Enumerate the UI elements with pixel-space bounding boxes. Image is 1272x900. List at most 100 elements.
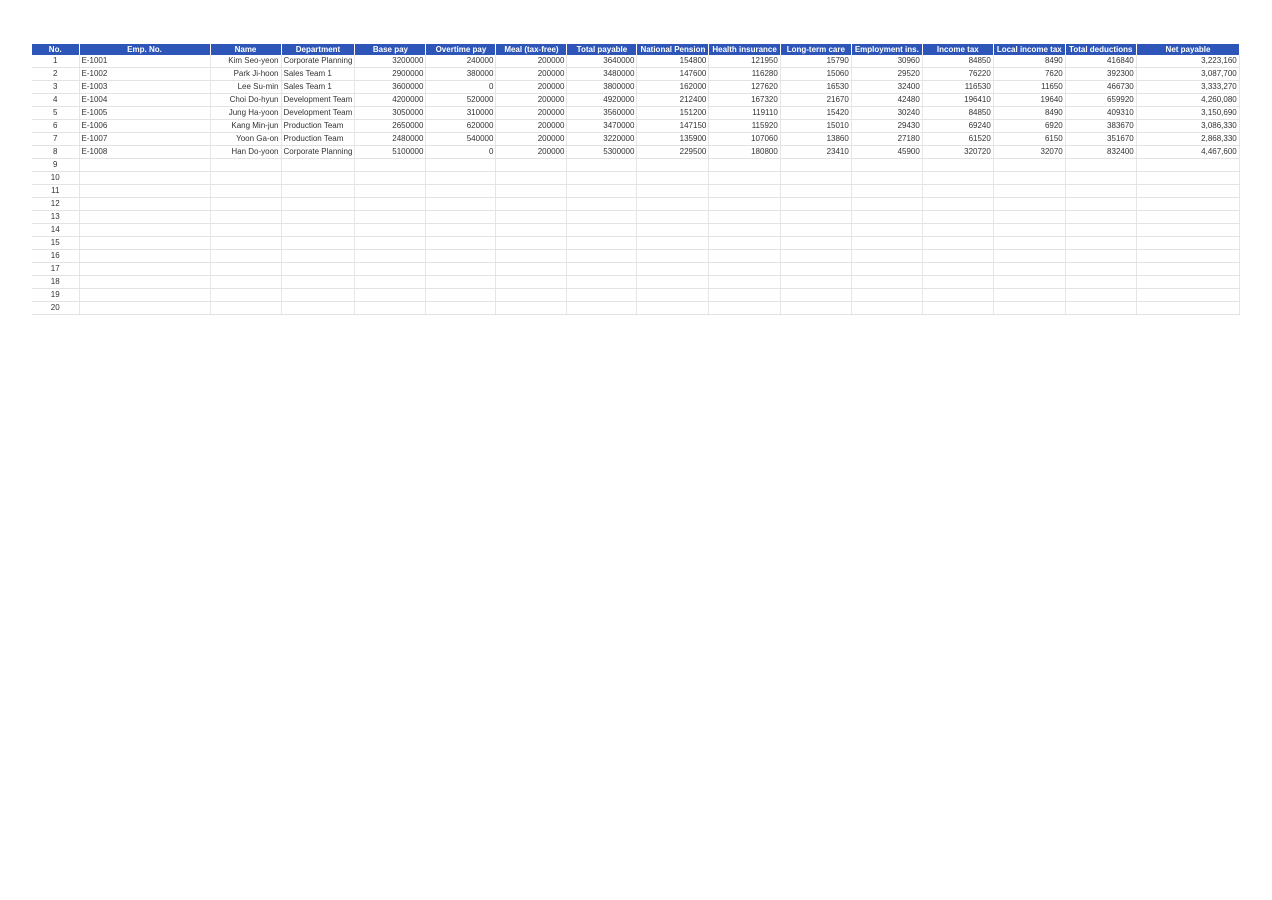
cell-ltc[interactable]	[780, 171, 852, 185]
cell-name[interactable]: Park Ji-hoon	[210, 67, 282, 81]
cell-ot[interactable]	[425, 249, 497, 263]
cell-ot[interactable]: 310000	[425, 106, 497, 120]
column-header-pension[interactable]: National Pension	[636, 44, 710, 55]
cell-ltax[interactable]	[993, 210, 1066, 224]
cell-itax[interactable]	[922, 171, 994, 185]
cell-ltax[interactable]	[993, 158, 1066, 172]
cell-meal[interactable]: 200000	[495, 55, 568, 68]
cell-ltax[interactable]: 19640	[993, 93, 1066, 107]
cell-base[interactable]	[354, 301, 427, 315]
cell-deduct[interactable]	[1065, 301, 1137, 315]
cell-dept[interactable]: Corporate Planning	[281, 55, 356, 68]
cell-net[interactable]	[1136, 171, 1240, 185]
cell-net[interactable]: 3,150,690	[1136, 106, 1240, 120]
cell-ltc[interactable]	[780, 197, 852, 211]
cell-deduct[interactable]	[1065, 249, 1137, 263]
cell-emp_ins[interactable]: 29430	[851, 119, 923, 133]
cell-itax[interactable]	[922, 184, 994, 198]
cell-base[interactable]: 2480000	[354, 132, 427, 146]
cell-itax[interactable]: 320720	[922, 145, 994, 159]
cell-ltax[interactable]: 7620	[993, 67, 1066, 81]
cell-pension[interactable]	[636, 275, 710, 289]
cell-dept[interactable]	[281, 197, 356, 211]
cell-health[interactable]: 121950	[708, 55, 781, 68]
cell-meal[interactable]: 200000	[495, 106, 568, 120]
cell-health[interactable]: 119110	[708, 106, 781, 120]
cell-meal[interactable]	[495, 249, 568, 263]
cell-dept[interactable]: Production Team	[281, 132, 356, 146]
cell-ot[interactable]	[425, 236, 497, 250]
cell-pension[interactable]: 147600	[636, 67, 710, 81]
cell-deduct[interactable]: 392300	[1065, 67, 1137, 81]
cell-name[interactable]	[210, 288, 282, 302]
cell-itax[interactable]	[922, 197, 994, 211]
cell-ot[interactable]: 0	[425, 145, 497, 159]
cell-base[interactable]	[354, 210, 427, 224]
cell-base[interactable]: 3200000	[354, 55, 427, 68]
cell-total[interactable]	[566, 236, 638, 250]
cell-deduct[interactable]	[1065, 236, 1137, 250]
cell-ltax[interactable]	[993, 262, 1066, 276]
column-header-meal[interactable]: Meal (tax-free)	[495, 44, 568, 55]
cell-itax[interactable]: 69240	[922, 119, 994, 133]
cell-dept[interactable]	[281, 223, 356, 237]
cell-total[interactable]	[566, 249, 638, 263]
cell-net[interactable]	[1136, 275, 1240, 289]
cell-ltc[interactable]: 15420	[780, 106, 852, 120]
cell-deduct[interactable]: 409310	[1065, 106, 1137, 120]
cell-total[interactable]: 3220000	[566, 132, 638, 146]
cell-ot[interactable]	[425, 223, 497, 237]
cell-ltax[interactable]: 8490	[993, 106, 1066, 120]
cell-health[interactable]	[708, 301, 781, 315]
cell-itax[interactable]	[922, 249, 994, 263]
cell-dept[interactable]	[281, 288, 356, 302]
cell-emp_ins[interactable]: 42480	[851, 93, 923, 107]
column-header-name[interactable]: Name	[210, 44, 282, 55]
cell-pension[interactable]: 151200	[636, 106, 710, 120]
cell-ot[interactable]	[425, 210, 497, 224]
cell-meal[interactable]	[495, 275, 568, 289]
cell-pension[interactable]	[636, 210, 710, 224]
cell-pension[interactable]	[636, 184, 710, 198]
cell-emp_ins[interactable]: 30240	[851, 106, 923, 120]
cell-no[interactable]: 1	[32, 55, 80, 68]
cell-emp_ins[interactable]	[851, 184, 923, 198]
cell-deduct[interactable]: 383670	[1065, 119, 1137, 133]
cell-itax[interactable]: 84850	[922, 106, 994, 120]
cell-emp[interactable]	[79, 301, 211, 315]
cell-emp[interactable]	[79, 210, 211, 224]
cell-pension[interactable]	[636, 197, 710, 211]
cell-name[interactable]	[210, 249, 282, 263]
cell-base[interactable]	[354, 197, 427, 211]
cell-dept[interactable]: Development Team	[281, 106, 356, 120]
cell-name[interactable]	[210, 223, 282, 237]
cell-no[interactable]: 2	[32, 67, 80, 81]
cell-health[interactable]: 107060	[708, 132, 781, 146]
cell-itax[interactable]	[922, 210, 994, 224]
cell-emp_ins[interactable]	[851, 249, 923, 263]
cell-itax[interactable]: 84850	[922, 55, 994, 68]
cell-ltax[interactable]: 11650	[993, 80, 1066, 94]
cell-ot[interactable]	[425, 158, 497, 172]
cell-pension[interactable]: 147150	[636, 119, 710, 133]
cell-emp[interactable]	[79, 158, 211, 172]
cell-itax[interactable]	[922, 288, 994, 302]
cell-net[interactable]	[1136, 236, 1240, 250]
cell-meal[interactable]	[495, 210, 568, 224]
cell-name[interactable]: Yoon Ga-on	[210, 132, 282, 146]
cell-ot[interactable]	[425, 262, 497, 276]
cell-emp_ins[interactable]: 29520	[851, 67, 923, 81]
column-header-base[interactable]: Base pay	[354, 44, 427, 55]
cell-emp_ins[interactable]	[851, 275, 923, 289]
cell-dept[interactable]: Corporate Planning	[281, 145, 356, 159]
cell-pension[interactable]	[636, 249, 710, 263]
cell-name[interactable]: Choi Do-hyun	[210, 93, 282, 107]
cell-health[interactable]	[708, 288, 781, 302]
cell-emp[interactable]	[79, 262, 211, 276]
cell-total[interactable]	[566, 301, 638, 315]
cell-emp[interactable]	[79, 249, 211, 263]
cell-meal[interactable]	[495, 288, 568, 302]
cell-pension[interactable]: 229500	[636, 145, 710, 159]
cell-ltc[interactable]	[780, 288, 852, 302]
cell-base[interactable]: 3050000	[354, 106, 427, 120]
